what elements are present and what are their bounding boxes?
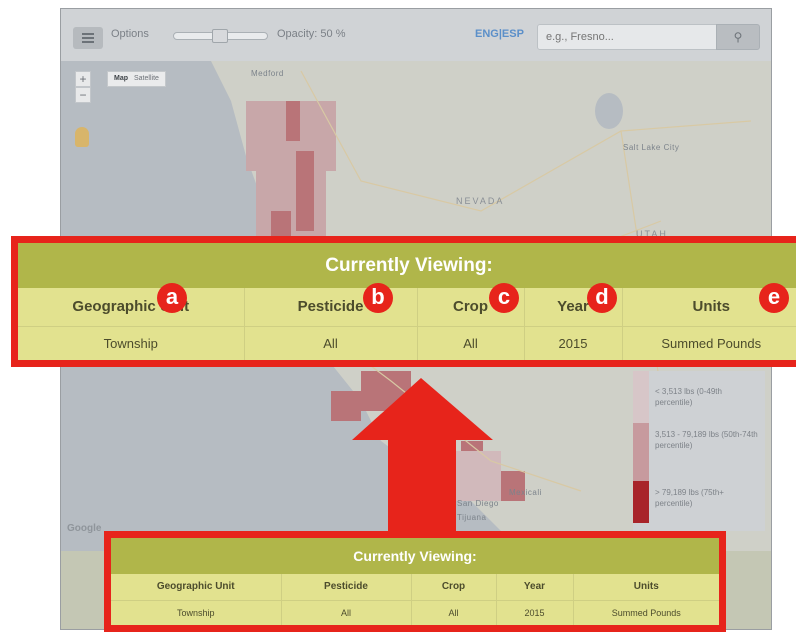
badge-d: d (587, 283, 617, 313)
column-geographic-unit: Geographic Unit (72, 298, 190, 316)
value-pesticide: All (280, 599, 411, 625)
badge-c: c (489, 283, 519, 313)
currently-viewing-panel-original: Currently Viewing: Geographic Unit Pesti… (104, 531, 726, 632)
value-crop: All (416, 325, 524, 360)
value-geographic-unit: Township (111, 599, 281, 625)
column-crop: Crop (410, 574, 496, 600)
column-units: Units (572, 574, 719, 600)
column-geographic-unit: Geographic Unit (156, 581, 235, 593)
badge-b: b (363, 283, 393, 313)
panel-title: Currently Viewing: (18, 243, 796, 288)
value-units: Summed Pounds (621, 325, 796, 360)
value-year: 2015 (523, 325, 622, 360)
value-pesticide: All (243, 325, 417, 360)
value-geographic-unit: Township (18, 325, 244, 360)
screenshot-stage: Options Opacity: 50 % ENG|ESP ⚲ (0, 0, 796, 633)
value-crop: All (410, 599, 496, 625)
currently-viewing-panel-enlarged: Currently Viewing: Geographic Unit Pesti… (11, 236, 796, 367)
value-year: 2015 (495, 599, 573, 625)
viewing-table: Geographic Unit Pesticide Crop Year Unit… (18, 288, 796, 360)
viewing-table-small: Geographic Unit Pesticide Crop Year Unit… (111, 574, 719, 625)
column-year: Year (495, 574, 573, 600)
badge-a: a (157, 283, 187, 313)
column-pesticide: Pesticide (280, 574, 411, 600)
value-units: Summed Pounds (572, 599, 719, 625)
badge-e: e (759, 283, 789, 313)
panel-title-small: Currently Viewing: (111, 538, 719, 574)
